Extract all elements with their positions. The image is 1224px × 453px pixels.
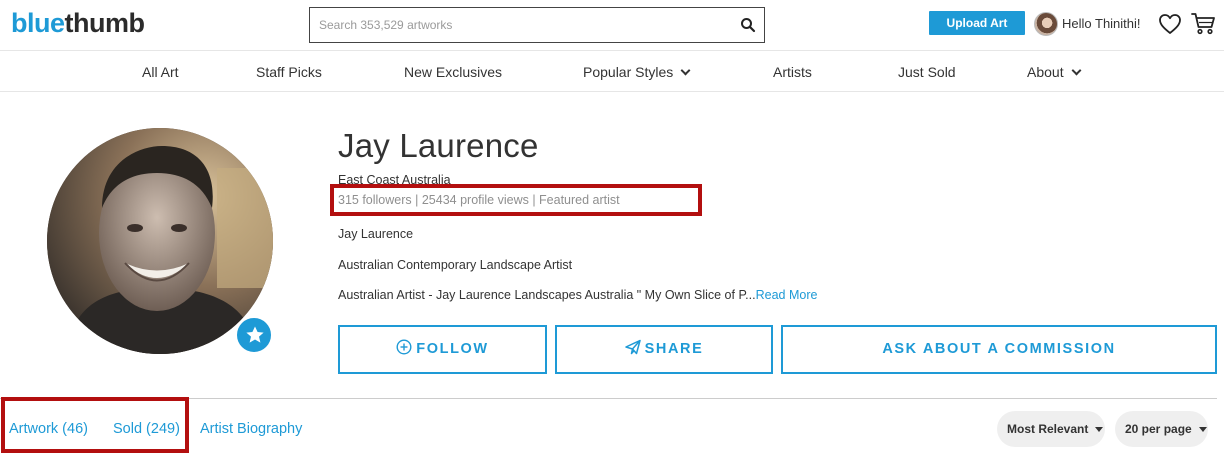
chevron-down-icon [1071,65,1082,76]
share-button[interactable]: SHARE [555,325,773,374]
nav-just-sold[interactable]: Just Sold [898,64,956,80]
plus-circle-icon [396,339,412,355]
nav-all-art[interactable]: All Art [142,64,179,80]
artist-display-name: Jay Laurence [338,227,414,241]
logo-text-thumb: thumb [64,8,145,38]
star-icon [246,326,264,343]
chevron-down-icon [680,65,691,76]
nav-staff-picks[interactable]: Staff Picks [256,64,322,80]
logo-text-blue: blue [11,8,65,38]
paper-plane-icon [624,339,641,355]
bio-text: Australian Artist - Jay Laurence Landsca… [338,288,756,302]
follow-label: FOLLOW [416,341,489,357]
featured-star-badge [235,316,273,354]
per-page-selected-value: 20 per page [1125,422,1192,436]
caret-down-icon [1198,427,1207,432]
per-page-select[interactable]: 20 per page [1115,411,1208,447]
caret-down-icon [1095,427,1104,432]
share-label: SHARE [644,341,704,357]
artist-tagline: Australian Contemporary Landscape Artist [338,258,573,272]
main-nav: All Art Staff Picks New Exclusives Popul… [0,52,1224,92]
tabs-highlight-box [1,397,189,453]
artist-photo [47,128,273,354]
nav-about[interactable]: About [1027,64,1082,80]
heart-icon[interactable] [1158,13,1182,35]
cart-icon[interactable] [1191,12,1216,35]
nav-new-exclusives[interactable]: New Exclusives [404,64,502,80]
nav-popular-styles-label: Popular Styles [583,64,674,80]
search-icon[interactable] [740,17,756,33]
nav-artists[interactable]: Artists [773,64,812,80]
bluethumb-logo[interactable]: bluethumb [11,8,145,39]
nav-popular-styles[interactable]: Popular Styles [583,64,691,80]
artist-name: Jay Laurence [338,127,539,164]
user-avatar[interactable] [1034,12,1058,36]
tab-artist-biography[interactable]: Artist Biography [200,421,302,437]
user-greeting[interactable]: Hello Thinithi! [1062,16,1141,31]
top-header: bluethumb Upload Art Hello Thinithi! [0,0,1224,51]
artist-bio-snippet: Australian Artist - Jay Laurence Landsca… [338,288,817,302]
read-more-link[interactable]: Read More [756,288,818,302]
upload-art-button[interactable]: Upload Art [929,11,1025,35]
nav-about-label: About [1027,64,1064,80]
follow-button[interactable]: FOLLOW [338,325,547,374]
search-input[interactable] [310,8,730,42]
sort-selected-value: Most Relevant [1007,422,1089,436]
search-box [309,7,765,43]
ask-commission-button[interactable]: ASK ABOUT A COMMISSION [781,325,1217,374]
stats-highlight-box [330,184,702,216]
sort-select[interactable]: Most Relevant [997,411,1105,447]
artist-avatar [47,128,273,354]
